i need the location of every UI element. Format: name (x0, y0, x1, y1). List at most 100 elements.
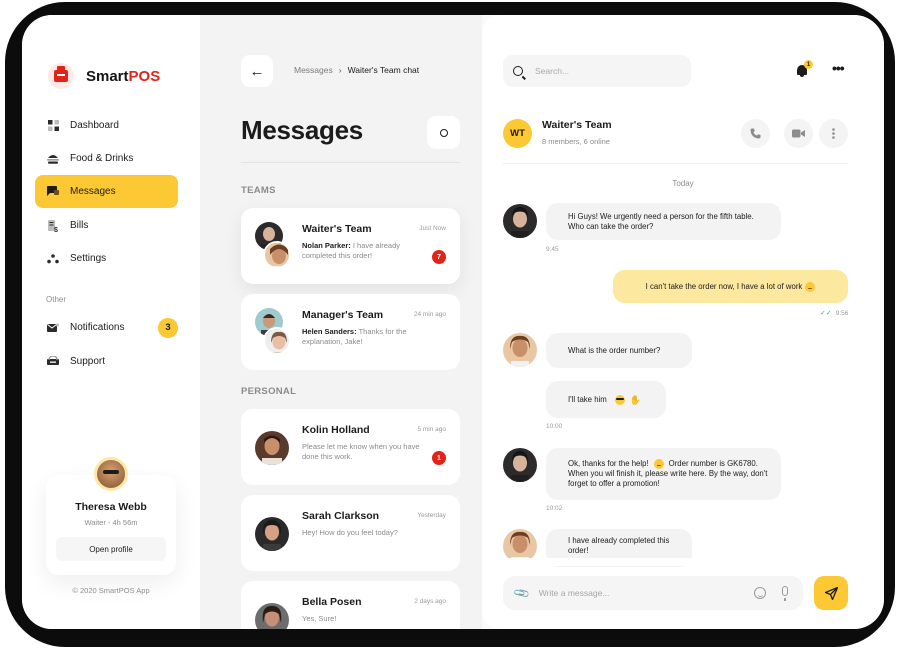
message-bubble: Hi Guys! We urgently need a person for t… (546, 203, 781, 240)
message-bubble: Ok, thanks for the help! Order number is … (546, 448, 781, 500)
app-screen: SmartPOS Dashboard Food & Drinks Message… (22, 15, 884, 629)
sweat-smile-emoji-icon (805, 281, 816, 292)
back-button[interactable]: ← (241, 55, 273, 87)
unread-badge: 1 (432, 451, 446, 465)
search-input[interactable] (535, 66, 675, 76)
divider (241, 162, 460, 163)
avatar (255, 603, 289, 629)
device-frame: SmartPOS Dashboard Food & Drinks Message… (5, 2, 895, 647)
chat-time: 2 days ago (414, 598, 446, 605)
avatar (503, 448, 537, 482)
sidebar-item-settings[interactable]: Settings (35, 242, 178, 275)
chat-name: Bella Posen (302, 596, 362, 608)
send-button[interactable] (814, 576, 848, 610)
chat-panel: 1 ••• WT Waiter's Team 8 members, 6 onli… (482, 15, 884, 629)
double-check-icon: ✓✓ (820, 310, 832, 317)
chat-time: 24 min ago (413, 311, 446, 318)
breadcrumb-messages[interactable]: Messages (294, 65, 333, 75)
message-composer: 📎 (503, 576, 803, 610)
sidebar-item-label: Dashboard (70, 120, 119, 131)
grid-icon (47, 120, 59, 132)
chat-item-managers-team[interactable]: Manager's Team 24 min ago Helen Sanders:… (241, 294, 460, 370)
microphone-icon[interactable] (782, 586, 788, 601)
divider (503, 163, 848, 164)
app-logo[interactable]: SmartPOS (48, 63, 160, 89)
chat-preview: Helen Sanders: Thanks for the explanatio… (302, 327, 407, 346)
message-time: 10:02 (546, 505, 563, 512)
attach-icon[interactable]: 📎 (513, 584, 531, 603)
svg-text:$: $ (54, 227, 58, 232)
section-label-teams: TEAMS (241, 185, 276, 196)
chevron-right-icon: › (338, 65, 342, 75)
message-text: I have already completed this order! (568, 536, 670, 555)
notifications-count-badge: 3 (158, 317, 178, 338)
burger-icon (47, 153, 59, 165)
notification-count: 1 (804, 60, 813, 69)
chat-preview: Yes, Sure! (302, 614, 337, 623)
message-time: 9:45 (546, 246, 559, 253)
new-message-button[interactable] (427, 116, 460, 149)
sidebar-item-label: Bills (70, 220, 89, 231)
bell-clapper (800, 75, 804, 77)
grin-emoji-icon (653, 458, 664, 469)
sidebar-item-label: Support (70, 356, 106, 367)
open-profile-button[interactable]: Open profile (56, 537, 166, 561)
arrow-left-icon: ← (249, 62, 265, 80)
mail-icon (47, 322, 59, 334)
emoji-icon[interactable] (754, 587, 766, 599)
chat-item-sarah-clarkson[interactable]: Sarah Clarkson Yesterday Hey! How do you… (241, 495, 460, 571)
more-options-button[interactable]: ••• (832, 61, 845, 75)
message-input[interactable] (538, 588, 744, 598)
avatar (503, 204, 537, 238)
sidebar-item-label: Notifications (70, 322, 125, 333)
message-bubble-outgoing: I can't take the order now, I have a lot… (613, 270, 848, 303)
chat-time: 5 min ago (417, 426, 446, 433)
breadcrumb: Messages › Waiter's Team chat (294, 65, 419, 75)
profile-role: Waiter - 4h 56m (84, 518, 138, 527)
chat-title: Waiter's Team (542, 119, 612, 131)
message-time: ✓✓ 9:56 (820, 310, 849, 317)
sidebar-item-support[interactable]: Support (35, 345, 178, 378)
sidebar-item-bills[interactable]: $ Bills (35, 209, 178, 242)
sidebar-item-label: Food & Drinks (70, 153, 134, 164)
send-icon (824, 586, 838, 600)
message-list-edge (482, 558, 884, 566)
search-icon (513, 66, 523, 76)
avatar (255, 517, 289, 551)
rock-hand-emoji-icon: ✋ (629, 394, 641, 405)
chat-preview: Nolan Parker: I have already completed t… (302, 241, 400, 260)
message-bubble: What is the order number? (546, 333, 692, 368)
call-button[interactable] (741, 119, 770, 148)
chat-time: Yesterday (417, 512, 446, 519)
chat-item-bella-posen[interactable]: Bella Posen 2 days ago Yes, Sure! (241, 581, 460, 629)
chat-time: Just Now (419, 225, 446, 232)
page-title: Messages (241, 115, 363, 145)
search-bar[interactable] (503, 55, 691, 87)
message-bubble: I'll take him ✋ (546, 381, 666, 418)
message-text: I'll take him (568, 394, 607, 404)
chat-preview: Please let me know when you have done th… (302, 442, 420, 461)
date-separator: Today (672, 179, 694, 188)
chat-name: Sarah Clarkson (302, 510, 380, 522)
notifications-button[interactable]: 1 (794, 60, 813, 78)
chat-options-button[interactable] (819, 119, 848, 148)
sidebar-item-food-drinks[interactable]: Food & Drinks (35, 142, 178, 175)
sidebar-item-notifications[interactable]: Notifications 3 (35, 311, 178, 344)
message-time: 10:00 (546, 423, 563, 430)
sidebar-item-label: Settings (70, 253, 107, 264)
sidebar-item-messages[interactable]: Messages (35, 175, 178, 208)
chat-name: Kolin Holland (302, 424, 370, 436)
avatar: WT (503, 119, 532, 148)
app-name: SmartPOS (86, 67, 161, 85)
avatar (263, 327, 291, 355)
message-text: Ok, thanks for the help! Order number is … (568, 458, 768, 489)
video-call-button[interactable] (784, 119, 813, 148)
phone-icon (750, 128, 761, 139)
chat-item-kolin-holland[interactable]: Kolin Holland 5 min ago Please let me kn… (241, 409, 460, 485)
avatar (503, 333, 537, 367)
support-icon (47, 356, 59, 368)
section-label-other: Other (46, 295, 67, 304)
profile-name: Theresa Webb (75, 501, 147, 513)
sidebar-item-dashboard[interactable]: Dashboard (35, 109, 178, 142)
chat-item-waiters-team[interactable]: Waiter's Team Just Now Nolan Parker: I h… (241, 208, 460, 284)
